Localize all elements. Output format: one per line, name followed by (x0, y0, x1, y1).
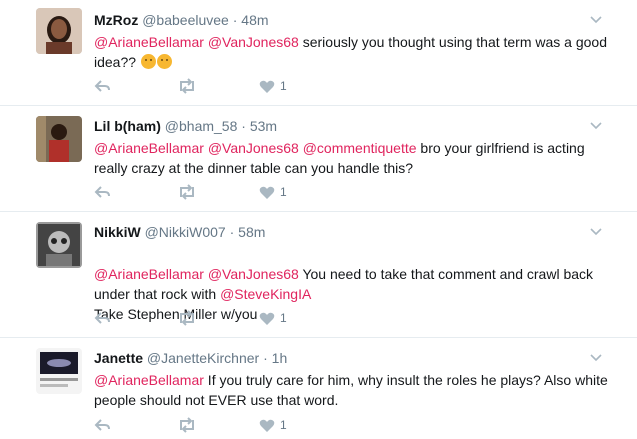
separator-dot: · (232, 12, 238, 28)
retweet-icon[interactable] (176, 415, 198, 435)
like-count: 1 (280, 185, 287, 199)
mention-link[interactable]: @ArianeBellamar (94, 266, 204, 282)
tweet-item[interactable]: MzRoz @babeeluvee · 48m @ArianeBellamar … (0, 0, 637, 106)
heart-icon (259, 312, 275, 325)
display-name[interactable]: MzRoz (94, 12, 138, 28)
timestamp[interactable]: 1h (272, 350, 288, 366)
mention-link[interactable]: @VanJones68 (208, 266, 299, 282)
tweet-text: @ArianeBellamar @VanJones68 @commentique… (94, 138, 614, 178)
thinking-face-icon (140, 54, 156, 69)
mention-link[interactable]: @SteveKingIA (220, 286, 311, 302)
avatar[interactable] (36, 8, 82, 54)
separator-dot: · (263, 350, 268, 366)
chevron-down-icon[interactable] (589, 224, 603, 238)
retweet-icon[interactable] (176, 182, 198, 202)
tweet-item[interactable]: NikkiW @NikkiW007 · 58m @ArianeBellamar … (0, 212, 637, 338)
separator-dot: · (229, 224, 235, 240)
tweet-text: @ArianeBellamar @VanJones68 You need to … (94, 244, 614, 324)
chevron-down-icon[interactable] (589, 12, 603, 26)
avatar[interactable] (36, 116, 82, 162)
like-count: 1 (280, 418, 287, 432)
mention-link[interactable]: @ArianeBellamar (94, 140, 204, 156)
separator-dot: · (241, 118, 246, 134)
user-handle[interactable]: @NikkiW007 (145, 224, 226, 240)
retweet-icon[interactable] (176, 76, 198, 96)
timestamp[interactable]: 53m (250, 118, 277, 134)
retweet-icon[interactable] (176, 308, 198, 328)
display-name[interactable]: NikkiW (94, 224, 141, 240)
reply-icon[interactable] (94, 415, 112, 435)
timestamp[interactable]: 58m (238, 224, 265, 240)
like-button[interactable]: 1 (259, 182, 287, 202)
thinking-face-icon (156, 54, 172, 69)
tweet-header: MzRoz @babeeluvee · 48m (94, 11, 269, 29)
reply-icon[interactable] (94, 308, 112, 328)
avatar[interactable] (36, 348, 82, 394)
heart-icon (259, 80, 275, 93)
reply-icon[interactable] (94, 182, 112, 202)
user-handle[interactable]: @bham_58 (165, 118, 238, 134)
mention-link[interactable]: @ArianeBellamar (94, 34, 204, 50)
heart-icon (259, 186, 275, 199)
tweet-text: @ArianeBellamar If you truly care for hi… (94, 370, 614, 410)
tweet-header: NikkiW @NikkiW007 · 58m (94, 223, 265, 241)
heart-icon (259, 419, 275, 432)
tweet-header: Lil b(ham) @bham_58 · 53m (94, 117, 277, 135)
timestamp[interactable]: 48m (241, 12, 268, 28)
tweet-timeline: MzRoz @babeeluvee · 48m @ArianeBellamar … (0, 0, 637, 439)
user-handle[interactable]: @babeeluvee (142, 12, 229, 28)
avatar[interactable] (36, 222, 82, 268)
mention-link[interactable]: @ArianeBellamar (94, 372, 204, 388)
reply-icon[interactable] (94, 76, 112, 96)
like-button[interactable]: 1 (259, 76, 287, 96)
tweet-header: Janette @JanetteKirchner · 1h (94, 349, 287, 367)
mention-link[interactable]: @VanJones68 (208, 34, 299, 50)
tweet-item[interactable]: Lil b(ham) @bham_58 · 53m @ArianeBellama… (0, 106, 637, 212)
display-name[interactable]: Lil b(ham) (94, 118, 161, 134)
chevron-down-icon[interactable] (589, 118, 603, 132)
tweet-item[interactable]: Janette @JanetteKirchner · 1h @ArianeBel… (0, 338, 637, 439)
chevron-down-icon[interactable] (589, 350, 603, 364)
like-count: 1 (280, 79, 287, 93)
like-button[interactable]: 1 (259, 415, 287, 435)
mention-link[interactable]: @commentiquette (303, 140, 417, 156)
user-handle[interactable]: @JanetteKirchner (147, 350, 259, 366)
like-button[interactable]: 1 (259, 308, 287, 328)
tweet-text: @ArianeBellamar @VanJones68 seriously yo… (94, 32, 614, 72)
like-count: 1 (280, 311, 287, 325)
mention-link[interactable]: @VanJones68 (208, 140, 299, 156)
display-name[interactable]: Janette (94, 350, 143, 366)
